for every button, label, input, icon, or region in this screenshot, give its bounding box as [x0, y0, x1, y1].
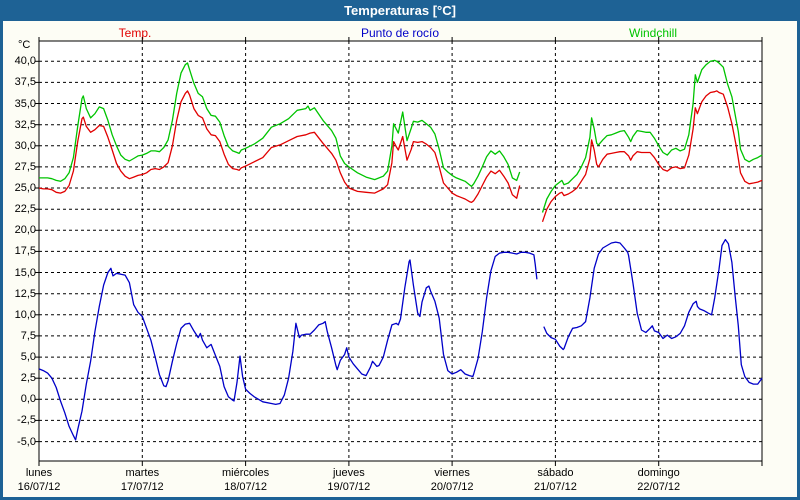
y-tick-label: 27,5 — [0, 161, 36, 173]
y-tick-label: 0,0 — [0, 393, 36, 405]
window-border-left — [0, 21, 3, 500]
x-day-label: miércoles18/07/12 — [201, 466, 291, 494]
y-tick-label: 15,0 — [0, 267, 36, 279]
y-tick-label: 35,0 — [0, 98, 36, 110]
y-tick-label: 12,5 — [0, 288, 36, 300]
y-tick-label: 32,5 — [0, 119, 36, 131]
day-date: 16/07/12 — [0, 480, 84, 494]
y-tick-label: 40,0 — [0, 55, 36, 67]
day-name: jueves — [304, 466, 394, 480]
app-window: Temperaturas [°C] Temp. Punto de rocío W… — [0, 0, 800, 500]
y-tick-label: 37,5 — [0, 76, 36, 88]
y-tick-label: 10,0 — [0, 309, 36, 321]
y-tick-label: 20,0 — [0, 224, 36, 236]
temperature-chart — [0, 0, 800, 500]
day-name: miércoles — [201, 466, 291, 480]
day-date: 17/07/12 — [97, 480, 187, 494]
y-tick-label: 2,5 — [0, 372, 36, 384]
x-day-label: sábado21/07/12 — [510, 466, 600, 494]
y-tick-label: -2,5 — [0, 414, 36, 426]
y-tick-label: 22,5 — [0, 203, 36, 215]
y-tick-label: 30,0 — [0, 140, 36, 152]
day-date: 22/07/12 — [614, 480, 704, 494]
y-tick-label: 7,5 — [0, 330, 36, 342]
x-day-label: viernes20/07/12 — [407, 466, 497, 494]
day-name: domingo — [614, 466, 704, 480]
x-day-label: jueves19/07/12 — [304, 466, 394, 494]
day-date: 21/07/12 — [510, 480, 600, 494]
day-date: 20/07/12 — [407, 480, 497, 494]
y-tick-label: 17,5 — [0, 245, 36, 257]
day-name: lunes — [0, 466, 84, 480]
x-day-label: domingo22/07/12 — [614, 466, 704, 494]
x-day-label: lunes16/07/12 — [0, 466, 84, 494]
day-name: martes — [97, 466, 187, 480]
y-tick-label: 5,0 — [0, 351, 36, 363]
y-tick-label: -5,0 — [0, 436, 36, 448]
day-name: viernes — [407, 466, 497, 480]
day-date: 19/07/12 — [304, 480, 394, 494]
day-name: sábado — [510, 466, 600, 480]
x-day-label: martes17/07/12 — [97, 466, 187, 494]
day-date: 18/07/12 — [201, 480, 291, 494]
y-tick-label: 25,0 — [0, 182, 36, 194]
